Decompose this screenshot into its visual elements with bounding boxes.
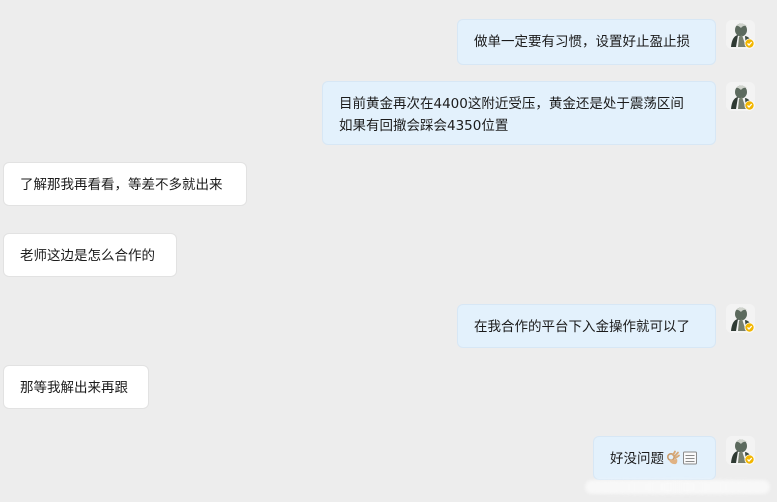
message-bubble-incoming[interactable]: 了解那我再看看，等差不多就出来: [4, 163, 246, 205]
message-bubble-outgoing[interactable]: 在我合作的平台下入金操作就可以了: [458, 305, 715, 347]
ok-hand-emoji-icon: [665, 450, 681, 473]
message-bubble-outgoing[interactable]: 目前黄金再次在4400这附近受压，黄金还是处于震荡区间 如果有回撤会踩会4350…: [323, 82, 715, 144]
message-text: 那等我解出来再跟: [20, 380, 128, 396]
message-bubble-incoming[interactable]: 老师这边是怎么合作的: [4, 234, 176, 276]
message-text: 做单一定要有习惯，设置好止盈止损: [474, 34, 690, 50]
user-avatar-icon[interactable]: [726, 20, 755, 49]
message-text: 在我合作的平台下入金操作就可以了: [474, 319, 690, 335]
message-bubble-incoming[interactable]: 那等我解出来再跟: [4, 366, 148, 408]
user-avatar-icon[interactable]: [726, 304, 755, 333]
message-text: 了解那我再看看，等差不多就出来: [20, 177, 223, 193]
message-text: 好没问题: [610, 451, 664, 467]
chat-message-area: 做单一定要有习惯，设置好止盈止损 目前黄金再次在4400这附近受压，黄金还是处于…: [0, 0, 777, 502]
watermark-strip: [585, 480, 770, 494]
document-icon: [682, 450, 698, 473]
user-avatar-icon[interactable]: [726, 82, 755, 111]
message-text-line: 目前黄金再次在4400这附近受压，黄金还是处于震荡区间: [339, 96, 684, 112]
message-text-line: 如果有回撤会踩会4350位置: [339, 118, 509, 134]
message-bubble-outgoing[interactable]: 好没问题: [594, 437, 715, 479]
user-avatar-icon[interactable]: [726, 436, 755, 465]
message-text: 老师这边是怎么合作的: [20, 248, 155, 264]
message-bubble-outgoing[interactable]: 做单一定要有习惯，设置好止盈止损: [458, 20, 715, 64]
